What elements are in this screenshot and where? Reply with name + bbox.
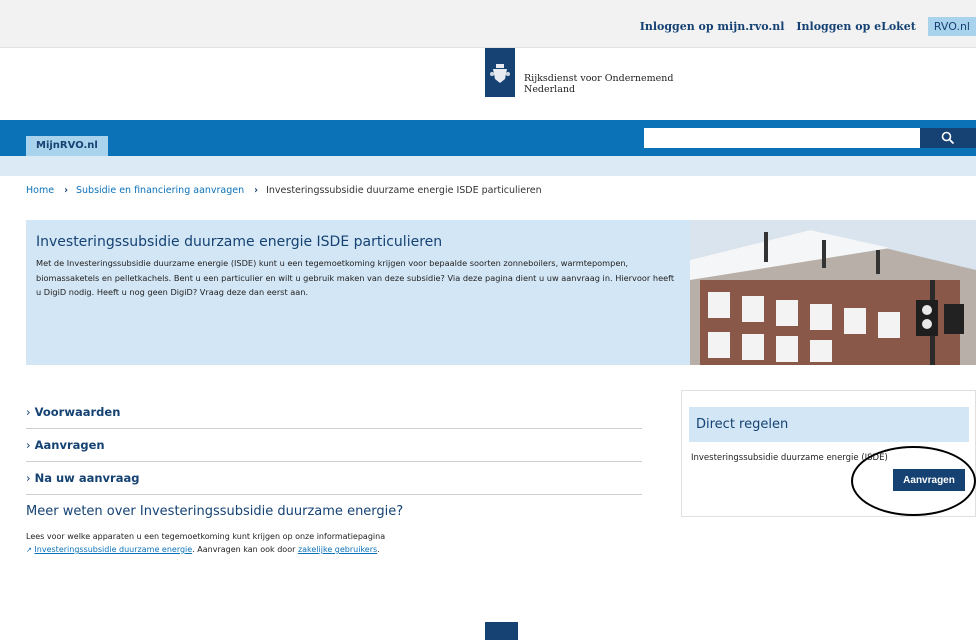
site-header: Rijksdienst voor Ondernemend Nederland	[0, 48, 976, 120]
search-button[interactable]	[920, 128, 976, 148]
tab-mijnrvo[interactable]: MijnRVO.nl	[26, 136, 108, 156]
organization-name[interactable]: Rijksdienst voor Ondernemend Nederland	[524, 73, 673, 95]
hero-description: Met de Investeringssubsidie duurzame ene…	[36, 258, 675, 297]
highlight-circle	[851, 446, 976, 516]
direct-regelen-title: Direct regelen	[689, 407, 969, 442]
direct-regelen-item: Investeringssubsidie duurzame energie (I…	[691, 453, 888, 463]
meer-text-after: .	[377, 545, 380, 554]
section-label: Voorwaarden	[34, 405, 121, 419]
page-title: Investeringssubsidie duurzame energie IS…	[36, 234, 443, 250]
rvo-tab[interactable]: RVO.nl	[927, 17, 976, 36]
main-nav: MijnRVO.nl	[0, 120, 976, 156]
section-na-uw-aanvraag[interactable]: › Na uw aanvraag	[26, 462, 642, 495]
logo-text-line2: Nederland	[524, 84, 576, 95]
meer-text-middle: . Aanvragen kan ook door	[192, 545, 298, 554]
logo-text-line1: Rijksdienst voor Ondernemend	[524, 73, 674, 84]
section-label: Aanvragen	[34, 438, 105, 452]
chevron-right-icon: ›	[26, 438, 31, 452]
breadcrumb-home[interactable]: Home	[26, 185, 54, 196]
business-users-link[interactable]: zakelijke gebruikers	[298, 545, 377, 554]
breadcrumb-subsidie[interactable]: Subsidie en financiering aanvragen	[76, 185, 244, 196]
breadcrumb-current: Investeringssubsidie duurzame energie IS…	[266, 185, 542, 196]
top-bar: Inloggen op mijn.rvo.nl Inloggen op eLok…	[0, 0, 976, 48]
meer-text-before: Lees voor welke apparaten u een tegemoet…	[26, 532, 386, 541]
accordion: › Voorwaarden › Aanvragen › Na uw aanvra…	[26, 396, 642, 495]
meer-weten-title: Meer weten over Investeringssubsidie duu…	[26, 504, 404, 519]
hero-image	[690, 220, 976, 365]
chevron-right-icon: ›	[64, 185, 68, 196]
login-eloket-link[interactable]: Inloggen op eLoket	[796, 20, 916, 33]
chevron-right-icon: ›	[26, 405, 31, 419]
external-link-icon: ↗	[26, 546, 32, 554]
chevron-right-icon: ›	[254, 185, 259, 196]
info-page-link[interactable]: Investeringssubsidie duurzame energie	[34, 545, 192, 554]
meer-weten-text: Lees voor welke apparaten u een tegemoet…	[26, 530, 586, 557]
section-label: Na uw aanvraag	[34, 471, 140, 485]
login-mijn-rvo-link[interactable]: Inloggen op mijn.rvo.nl	[640, 20, 785, 33]
sub-nav-bar	[0, 156, 976, 176]
section-voorwaarden[interactable]: › Voorwaarden	[26, 396, 642, 429]
search-icon	[941, 131, 955, 145]
crest-icon[interactable]	[485, 48, 515, 97]
chevron-right-icon: ›	[26, 471, 31, 485]
section-aanvragen[interactable]: › Aanvragen	[26, 429, 642, 462]
hero-panel: Investeringssubsidie duurzame energie IS…	[26, 220, 690, 365]
search-input[interactable]	[644, 128, 920, 148]
breadcrumb: Home › Subsidie en financiering aanvrage…	[26, 185, 542, 196]
top-links: Inloggen op mijn.rvo.nl Inloggen op eLok…	[640, 17, 976, 36]
back-to-top-tab[interactable]	[485, 622, 518, 640]
